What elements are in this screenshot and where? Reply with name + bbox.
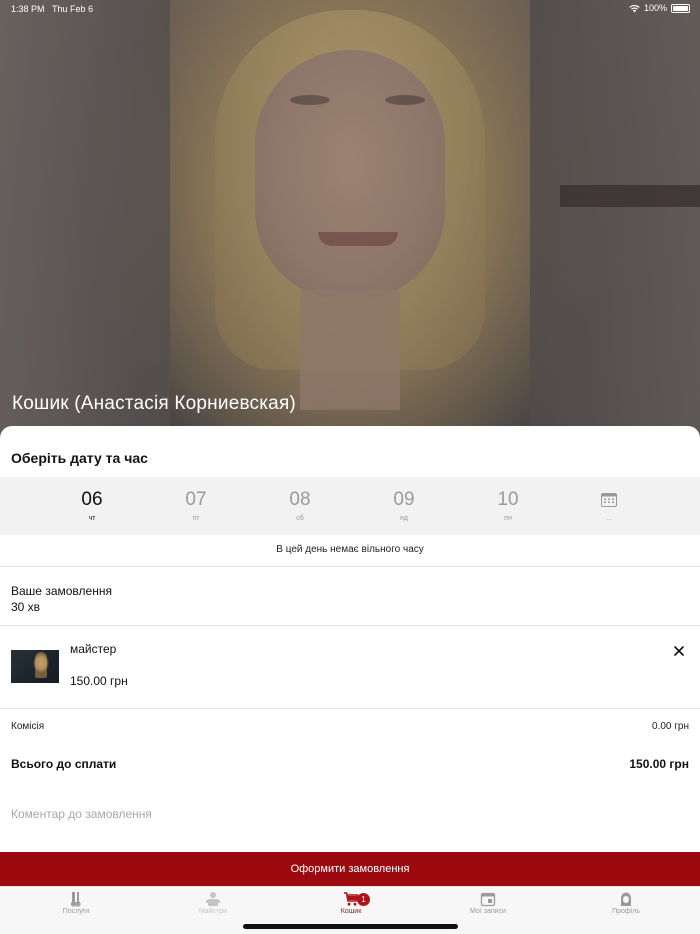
calendar-icon <box>480 892 496 907</box>
hero-image <box>0 0 700 440</box>
date-picker: 06 чт 07 пт 08 сб 09 нд 10 пн ... <box>0 477 700 535</box>
battery-percent: 100% <box>643 3 667 13</box>
section-title: Оберіть дату та час <box>11 450 148 466</box>
date-07[interactable]: 07 пт <box>166 477 226 535</box>
calendar-icon <box>601 493 617 507</box>
date-number: 09 <box>393 489 415 510</box>
fee-label: Комісія <box>11 721 45 732</box>
tab-profile[interactable]: Профіль <box>576 891 676 921</box>
divider <box>0 625 700 626</box>
battery-icon <box>671 3 690 13</box>
hero-title: Кошик (Анастасія Корниевская) <box>12 393 296 414</box>
no-time-message: В цей день немає вільного часу <box>276 544 424 555</box>
tab-label: Майстри <box>198 908 228 915</box>
date-number: 10 <box>497 489 519 510</box>
date-08[interactable]: 08 сб <box>270 477 330 535</box>
booking-sheet: Оберіть дату та час 06 чт 07 пт 08 сб 09… <box>0 426 700 934</box>
scissors-icon <box>70 892 81 907</box>
calendar-more: ... <box>606 515 612 522</box>
date-number: 07 <box>185 489 207 510</box>
tab-masters[interactable]: Майстри <box>163 891 263 921</box>
date-weekday: чт <box>88 515 96 522</box>
tab-my-bookings[interactable]: Мої записи <box>438 891 538 921</box>
tab-services[interactable]: Послуги <box>26 891 126 921</box>
masters-icon <box>206 892 220 906</box>
tab-label: Профіль <box>612 908 640 915</box>
cart-badge: 1 <box>357 893 370 906</box>
divider <box>0 708 700 709</box>
date-weekday: сб <box>296 515 304 522</box>
order-label: Ваше замовлення <box>11 584 112 598</box>
fee-value: 0.00 грн <box>652 721 689 732</box>
date-weekday: пн <box>504 515 512 522</box>
status-right: 100% <box>629 3 690 13</box>
profile-icon <box>621 892 631 906</box>
date-10[interactable]: 10 пн <box>478 477 538 535</box>
total-value: 150.00 грн <box>629 757 689 771</box>
date-weekday: нд <box>400 515 408 522</box>
item-name: майстер <box>70 642 117 656</box>
date-06[interactable]: 06 чт <box>62 477 122 535</box>
comment-input[interactable] <box>11 802 691 826</box>
remove-item-icon[interactable] <box>668 640 690 662</box>
open-calendar-button[interactable]: ... <box>579 477 639 535</box>
total-label: Всього до сплати <box>11 757 117 771</box>
tab-label: Мої записи <box>470 908 506 915</box>
checkout-button[interactable]: Оформити замовлення <box>0 852 700 886</box>
date-weekday: пт <box>192 515 200 522</box>
tab-label: Послуги <box>62 908 90 915</box>
order-duration: 30 хв <box>11 600 41 614</box>
divider <box>0 566 700 567</box>
tab-cart[interactable]: 1 Кошик <box>301 891 401 921</box>
wifi-icon <box>629 4 640 12</box>
home-indicator <box>243 924 458 929</box>
status-time: 1:38 PM Thu Feb 6 <box>11 4 94 14</box>
date-number: 06 <box>81 489 103 510</box>
date-number: 08 <box>289 489 311 510</box>
date-09[interactable]: 09 нд <box>374 477 434 535</box>
tab-label: Кошик <box>340 908 362 915</box>
status-bar: 1:38 PM Thu Feb 6 100% <box>0 0 700 18</box>
item-thumbnail <box>11 650 59 683</box>
item-price: 150.00 грн <box>70 674 128 688</box>
